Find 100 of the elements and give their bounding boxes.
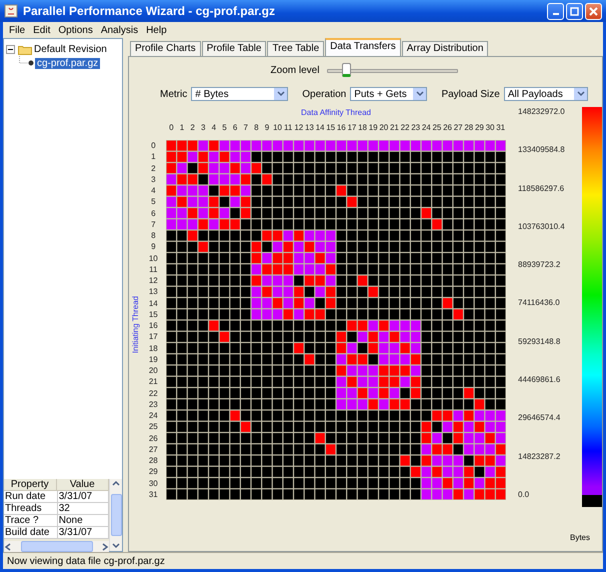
column-header[interactable]: Property [4,479,56,491]
row-label: 23 [148,398,159,410]
scale-tick-label: 88939723.2 [518,260,562,270]
close-icon [589,6,598,16]
maximize-button[interactable] [566,2,583,20]
column-label: 29 [474,122,485,134]
column-label: 12 [294,122,304,134]
tree-item[interactable]: Default Revision [32,44,109,54]
minimize-icon [552,13,558,15]
column-label: 15 [325,122,336,134]
row-label: 30 [148,478,159,489]
tab[interactable]: Profile Table [202,41,266,56]
column-label: 7 [242,122,249,134]
collapse-icon[interactable] [6,44,15,54]
menu-item[interactable]: File [5,24,30,36]
scale-tick-label: 59293148.8 [518,336,562,346]
row-label: 15 [148,308,159,320]
axis-title: Data Affinity Thread [300,107,372,119]
tab[interactable]: Array Distribution [402,41,488,56]
scale-tick-label: 44469861.6 [518,375,562,384]
axis-title: Initiating Thread [131,296,140,354]
row-label: 5 [150,196,157,208]
app-icon [4,4,18,18]
row-label: 9 [150,241,157,252]
row-label: 21 [148,376,159,388]
horizontal-scrollbar[interactable] [4,541,109,552]
close-button[interactable] [585,2,602,20]
column-label: 31 [495,122,506,134]
minimize-button[interactable] [547,2,564,20]
menu-item[interactable]: Edit [29,24,54,36]
row-label: 27 [148,444,159,455]
table-cell: Threads [4,503,58,515]
column-label: 11 [283,122,294,134]
vertical-scrollbar[interactable] [109,479,122,551]
row-label: 12 [148,275,159,286]
row-label: 24 [148,410,159,422]
row-label: 1 [150,151,157,162]
column-label: 19 [368,122,378,134]
scale-tick-label: 133409584.8 [518,145,566,154]
scale-tick-label: 14823287.2 [518,452,562,461]
column-label: 22 [400,122,410,134]
row-label: 18 [148,342,159,354]
column-label: 24 [421,122,432,134]
column-label: 13 [304,122,315,134]
column-label: 30 [484,122,496,134]
column-label: 26 [442,122,453,134]
scale-tick-label: 29646574.4 [518,413,562,422]
scale-tick-label: 74116436.0 [518,298,561,308]
table-cell: Trace ? [4,515,58,527]
maximize-icon [570,6,579,16]
column-label: 1 [178,122,186,134]
tree-item[interactable]: cg-prof.par.gz [35,58,100,68]
dropdown[interactable]: All Payloads [504,87,588,101]
zoom-slider[interactable] [325,63,460,77]
column-label: 27 [452,122,464,134]
menu-item[interactable]: Options [54,24,97,36]
chevron-icon [413,88,426,100]
window-title: Parallel Performance Wizard - cg-prof.par.gz [23,4,276,18]
row-label: 4 [150,185,157,196]
field-label: Operation [302,88,346,100]
column-header[interactable]: Value [56,479,109,491]
column-label: 9 [264,122,270,134]
slider-label: Zoom level [270,64,320,76]
row-label: 29 [148,466,159,478]
table-cell: 3/31/07 [58,527,109,539]
column-label: 23 [410,122,421,134]
tab[interactable]: Tree Table [267,41,324,56]
menu-item[interactable]: Analysis [96,24,142,36]
tab[interactable]: Data Transfers [325,38,401,56]
tab[interactable]: Profile Charts [130,41,201,56]
column-label: 4 [210,122,218,134]
table-cell: Build date [4,527,58,539]
column-label: 3 [200,122,206,134]
table-cell: 3/31/07 [58,491,109,503]
scale-tick-label: 103763010.4 [518,222,566,231]
column-label: 10 [272,122,283,134]
folder-icon [18,44,32,54]
column-label: 20 [378,122,390,134]
column-label: 2 [189,122,196,134]
dropdown[interactable]: Puts + Gets [350,87,428,101]
column-label: 16 [336,122,347,134]
slider-thumb[interactable] [342,63,351,77]
chevron-icon [274,88,288,100]
row-label: 0 [150,140,157,152]
column-label: 28 [464,122,474,134]
row-label: 3 [150,174,157,185]
row-label: 10 [148,252,159,264]
row-label: 31 [148,488,159,500]
column-label: 5 [221,122,228,134]
table-cell: Run date [4,491,58,503]
field-label: Payload Size [441,88,500,100]
row-label: 13 [148,286,159,298]
column-label: 25 [432,122,442,134]
field-label: Metric [160,88,188,100]
column-label: 18 [357,122,368,134]
menu-item[interactable]: Help [142,24,171,36]
row-label: 2 [150,162,157,174]
scale-unit: Bytes [570,533,590,542]
table-cell: None [58,515,109,527]
dropdown[interactable]: # Bytes [191,87,288,101]
